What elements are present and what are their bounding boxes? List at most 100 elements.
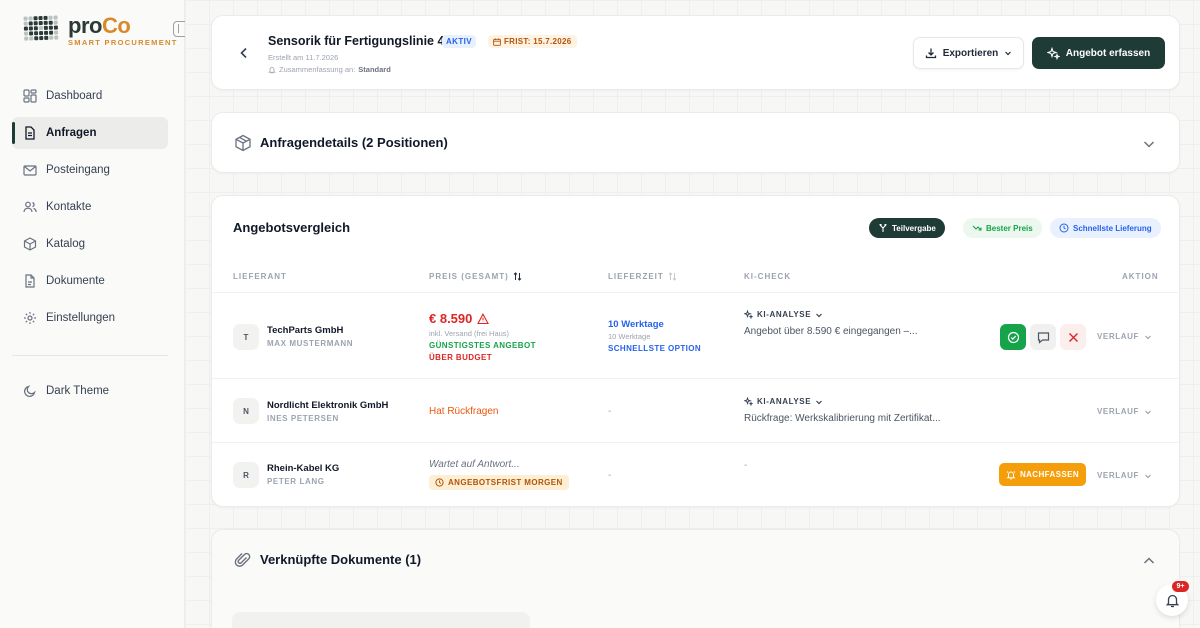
download-icon [925,48,936,59]
deadline-tomorrow-badge: ANGEBOTSFRIST MORGEN [429,475,569,490]
request-header: Sensorik für Fertigungslinie 4 AKTIV FRI… [211,15,1180,90]
col-header-delivery-label: LIEFERZEIT [608,272,664,281]
details-title: Anfragendetails (2 Positionen) [260,135,448,150]
chevron-up-icon[interactable] [1143,554,1155,566]
history-toggle[interactable]: VERLAUF [1097,407,1152,416]
history-toggle[interactable]: VERLAUF [1097,471,1152,480]
supplier-contact: MAX MUSTERMANN [267,339,354,348]
documents-header[interactable]: Verknüpfte Dokumente (1) [212,530,1179,591]
ki-summary: - [744,460,748,471]
col-header-price-label: PREIS (GESAMT) [429,272,509,281]
nav-item-einstellungen[interactable]: Einstellungen [12,302,168,334]
price-note: inkl. Versand (frei Haus) [429,329,510,338]
divider [212,442,1179,443]
notification-count-badge: 9+ [1172,581,1189,592]
delivery-note: 10 Werktage [608,332,651,341]
chevron-down-icon [1145,410,1151,414]
ki-summary: Rückfrage: Werkskalibrierung mit Zertifi… [744,413,941,424]
theme-label: Dark Theme [46,385,110,397]
price-status: Hat Rückfragen [429,406,499,417]
box-icon [23,237,37,251]
summary-value: Standard [358,65,391,74]
col-header-price[interactable]: PREIS (GESAMT) [429,272,522,281]
filter-label: Bester Preis [986,223,1033,233]
ki-analysis-toggle[interactable]: KI-ANALYSE [744,397,823,406]
dark-theme-toggle[interactable]: Dark Theme [23,384,109,398]
chevron-down-icon [816,400,823,404]
trend-down-icon [972,225,982,231]
nav-item-kontakte[interactable]: Kontakte [12,191,168,223]
logo[interactable]: proCo SMART PROCUREMENT [23,15,178,47]
over-budget-tag: ÜBER BUDGET [429,353,493,362]
follow-up-label: NACHFASSEN [1019,470,1080,479]
nav-item-dashboard[interactable]: Dashboard [12,80,168,112]
summary-info: Zusammenfassung an: Standard [268,65,391,74]
supplier-name[interactable]: Rhein-Kabel KG [267,463,339,474]
nav-label: Kontakte [46,201,92,213]
export-label: Exportieren [942,47,999,59]
close-icon [1068,332,1078,342]
nav-item-dokumente[interactable]: Dokumente [12,265,168,297]
split-icon [879,223,887,232]
users-icon [23,200,37,214]
clock-icon [435,478,444,487]
chevron-down-icon [1145,335,1151,339]
reject-button[interactable] [1060,324,1086,350]
deadline-text: FRIST: 15.7.2026 [504,37,572,46]
avatar: T [233,324,259,350]
supplier-name[interactable]: Nordlicht Elektronik GmbH [267,400,388,411]
nav-label: Posteingang [46,164,110,176]
follow-up-button[interactable]: NACHFASSEN [999,463,1086,486]
history-toggle[interactable]: VERLAUF [1097,332,1152,341]
bell-icon [1165,594,1179,607]
back-arrow-icon[interactable] [238,46,250,59]
divider [212,292,1179,293]
price-value: € 8.590 [429,311,490,326]
accept-button[interactable] [1000,324,1026,350]
sort-icon [513,272,522,281]
bell-icon [268,66,276,73]
nav-label: Katalog [46,238,86,250]
calendar-icon [493,37,501,46]
sparkle-icon [744,310,753,319]
sidebar: proCo SMART PROCUREMENT Dashboard Anfrag… [0,0,189,628]
filter-label: Teilvergabe [892,223,936,233]
message-button[interactable] [1030,324,1056,350]
add-offer-label: Angebot erfassen [1065,47,1151,59]
ki-summary: Angebot über 8.590 € eingegangen –... [744,326,918,337]
col-header-supplier: LIEFERANT [233,272,287,281]
summary-label: Zusammenfassung an: [279,65,356,74]
comparison-title: Angebotsvergleich [233,220,351,235]
nav-item-anfragen[interactable]: Anfragen [12,117,168,149]
nav-item-katalog[interactable]: Katalog [12,228,168,260]
linked-documents-panel: Verknüpfte Dokumente (1) [211,529,1180,628]
avatar: R [233,462,259,488]
logo-mark-icon [23,15,62,46]
document-icon [23,274,37,288]
sparkle-icon [1046,46,1060,60]
main-content: Sensorik für Fertigungslinie 4 AKTIV FRI… [185,0,1200,628]
filter-teilvergabe[interactable]: Teilvergabe [869,218,945,238]
ki-analysis-toggle[interactable]: KI-ANALYSE [744,310,823,319]
clock-icon [1059,223,1069,233]
divider [212,378,1179,379]
export-button[interactable]: Exportieren [913,37,1024,69]
supplier-name[interactable]: TechParts GmbH [267,325,343,336]
filter-schnellste-lieferung[interactable]: Schnellste Lieferung [1050,218,1161,238]
gear-icon [23,311,37,325]
add-offer-button[interactable]: Angebot erfassen [1032,37,1165,69]
col-header-delivery[interactable]: LIEFERZEIT [608,272,677,281]
col-header-ki-check: KI-CHECK [744,272,792,281]
document-item[interactable] [232,612,530,628]
chevron-down-icon[interactable] [1143,137,1155,149]
price-status: Wartet auf Antwort... [429,459,520,470]
filter-bester-preis[interactable]: Bester Preis [963,218,1042,238]
col-header-action: AKTION [1122,272,1159,281]
delivery-value: - [608,470,612,481]
brand-subtitle: SMART PROCUREMENT [68,38,178,47]
package-icon [234,134,252,152]
nav-item-posteingang[interactable]: Posteingang [12,154,168,186]
ki-label: KI-ANALYSE [757,310,812,319]
request-details-panel[interactable]: Anfragendetails (2 Positionen) [211,112,1180,173]
deadline-tomorrow-label: ANGEBOTSFRIST MORGEN [448,478,563,487]
